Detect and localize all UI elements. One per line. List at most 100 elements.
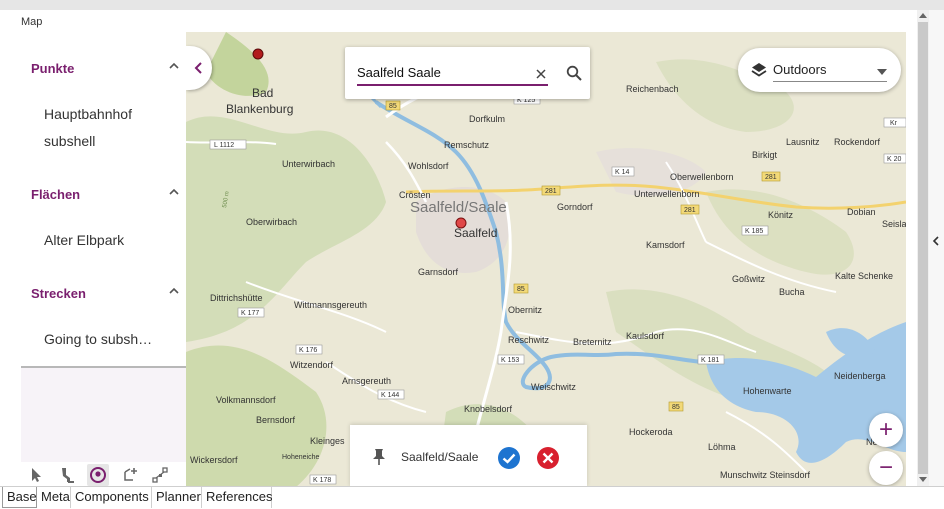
side-panel-toggle[interactable]	[929, 10, 944, 486]
place-label: Bad	[252, 86, 273, 100]
place-label: Seisla	[882, 219, 906, 229]
road-label: K 20	[887, 156, 902, 163]
road-label: 85	[389, 103, 397, 110]
place-label: Gorndorf	[557, 202, 593, 212]
place-label: Hockeroda	[629, 427, 673, 437]
list-item-alter-elbpark[interactable]: Alter Elbpark	[44, 232, 124, 248]
place-label: Rockendorf	[834, 137, 881, 147]
map-canvas[interactable]: 85 85 85 281 281 281 L 1112 K 14 K 125 K…	[186, 32, 906, 487]
search-box	[345, 47, 590, 99]
scroll-up-icon[interactable]	[919, 12, 927, 18]
place-label: Bucha	[779, 287, 805, 297]
scroll-thumb[interactable]	[918, 22, 928, 474]
road-label: 85	[672, 404, 680, 411]
place-label: Löhma	[708, 442, 736, 452]
drawing-toolbar	[21, 462, 187, 487]
path-nodes-icon[interactable]	[149, 464, 171, 486]
road-label: L 1112	[214, 142, 234, 149]
place-label: Birkigt	[752, 150, 778, 160]
road-label: K 144	[381, 392, 399, 399]
search-result-label: Saalfeld/Saale	[401, 450, 479, 464]
place-label: Könitz	[768, 210, 794, 220]
place-label: Reschwitz	[508, 335, 550, 345]
place-label: Dorfkulm	[469, 114, 505, 124]
window-top-bar	[0, 0, 944, 10]
place-label: Oberwirbach	[246, 217, 297, 227]
panel-title: Map	[21, 16, 43, 28]
road-label: 281	[765, 174, 777, 181]
pointer-icon[interactable]	[26, 464, 48, 486]
place-label: Oberwellenborn	[670, 172, 734, 182]
road-label: 281	[684, 207, 696, 214]
place-label: Blankenburg	[226, 102, 293, 116]
road-label: 281	[545, 188, 557, 195]
map-panel: Map Punkte Hauptbahnhof subshell Flächen…	[10, 10, 907, 487]
place-label: Wohlsdorf	[408, 161, 449, 171]
section-title-punkte: Punkte	[31, 61, 75, 76]
place-label: Reichenbach	[626, 84, 679, 94]
chevron-up-icon[interactable]	[167, 284, 181, 298]
section-title-flaechen: Flächen	[31, 187, 81, 202]
pin-icon	[373, 449, 385, 465]
road-label: K 178	[313, 477, 331, 484]
polygon-add-icon[interactable]	[119, 464, 141, 486]
confirm-button[interactable]	[497, 446, 521, 470]
cancel-button[interactable]	[536, 446, 560, 470]
place-label: Bernsdorf	[256, 415, 296, 425]
location-icon[interactable]	[87, 464, 109, 486]
search-input[interactable]	[357, 62, 548, 86]
road-label: K 176	[299, 347, 317, 354]
place-label: Obernitz	[508, 305, 543, 315]
tab-meta[interactable]: Meta	[37, 487, 71, 508]
chevron-left-icon	[194, 62, 202, 74]
zoom-in-button[interactable]: +	[869, 413, 903, 447]
section-header-punkte[interactable]: Punkte	[21, 59, 187, 79]
zoom-out-button[interactable]: −	[869, 451, 903, 485]
vertical-scrollbar[interactable]	[917, 10, 929, 486]
list-item-going-to-subshell[interactable]: Going to subsh…	[44, 331, 152, 347]
road-label: Kr	[890, 120, 898, 127]
place-label: Kalte Schenke	[835, 271, 893, 281]
chevron-up-icon[interactable]	[167, 59, 181, 73]
section-header-strecken[interactable]: Strecken	[21, 284, 187, 304]
tab-planner[interactable]: Planner	[152, 487, 202, 508]
place-label: Unterwirbach	[282, 159, 335, 169]
tab-components[interactable]: Components	[71, 487, 152, 508]
section-header-flaechen[interactable]: Flächen	[21, 185, 187, 205]
search-result-confirm: Saalfeld/Saale	[350, 425, 587, 487]
tab-base[interactable]: Base	[2, 487, 37, 508]
scroll-down-icon[interactable]	[919, 477, 927, 483]
place-label: Unterwellenborn	[634, 189, 700, 199]
place-label: Wickersdorf	[190, 455, 238, 465]
sidebar: Punkte Hauptbahnhof subshell Flächen Alt…	[21, 42, 187, 487]
place-label: Kamsdorf	[646, 240, 685, 250]
place-label: Kaulsdorf	[626, 331, 665, 341]
place-label: Arnsgereuth	[342, 376, 391, 386]
place-label: Goßwitz	[732, 274, 766, 284]
chevron-left-icon[interactable]	[932, 236, 940, 246]
search-icon[interactable]	[566, 65, 582, 81]
road-label: 85	[517, 286, 525, 293]
layer-select[interactable]: Outdoors	[738, 48, 901, 92]
place-label: Remschutz	[444, 140, 490, 150]
map-view[interactable]: 85 85 85 281 281 281 L 1112 K 14 K 125 K…	[186, 32, 906, 487]
place-label: Hohenwarte	[743, 386, 792, 396]
place-label: Volkmannsdorf	[216, 395, 276, 405]
place-label: Wittmannsgereuth	[294, 300, 367, 310]
road-label: K 14	[615, 169, 630, 176]
pin-tool-icon[interactable]	[56, 464, 78, 486]
place-label: Lausnitz	[786, 137, 820, 147]
place-label: Saalfeld	[454, 226, 497, 240]
clear-icon[interactable]	[536, 69, 546, 79]
place-label: Weischwitz	[531, 382, 576, 392]
list-item-subshell[interactable]: subshell	[44, 133, 95, 149]
place-label: Dobian	[847, 207, 876, 217]
tab-references[interactable]: References	[202, 487, 272, 508]
place-label: Munschwitz Steinsdorf	[720, 470, 811, 480]
road-label: K 153	[501, 357, 519, 364]
place-label: Hoheneiche	[282, 454, 319, 461]
chevron-up-icon[interactable]	[167, 185, 181, 199]
road-label: K 181	[701, 357, 719, 364]
place-label: Witzendorf	[290, 360, 334, 370]
list-item-hauptbahnhof[interactable]: Hauptbahnhof	[44, 106, 132, 122]
